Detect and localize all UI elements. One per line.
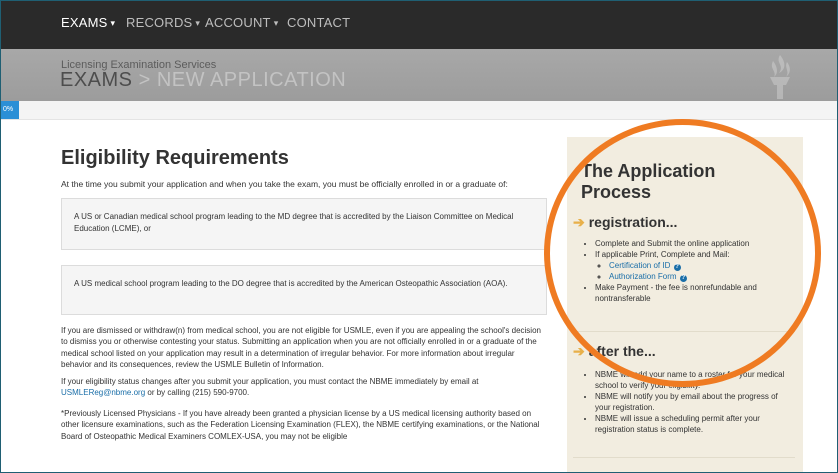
nav-exams[interactable]: EXAMS ▾ xyxy=(61,15,115,30)
after-list: NBME will add your name to a roster for … xyxy=(577,369,795,435)
progress-bar: 0% xyxy=(1,101,837,120)
list-item: Certification of ID ? xyxy=(609,260,795,271)
nav-exams-label: EXAMS xyxy=(61,15,108,30)
list-item-text: Complete and Submit the online applicati… xyxy=(595,239,750,248)
registration-list: Complete and Submit the online applicati… xyxy=(577,238,795,304)
progress-label: 0% xyxy=(3,106,14,113)
chevron-down-icon: ▾ xyxy=(195,18,201,28)
list-item-text: NBME will issue a scheduling permit afte… xyxy=(595,414,760,434)
nav-records-label: RECORDS xyxy=(126,15,193,30)
list-item-text: If applicable Print, Complete and Mail: xyxy=(595,250,730,259)
list-item: NBME will issue a scheduling permit afte… xyxy=(595,413,795,435)
sidebar-divider xyxy=(573,457,795,458)
page-title: Eligibility Requirements xyxy=(61,147,289,169)
requirement-do-text: A US medical school program leading to t… xyxy=(74,279,508,288)
breadcrumb: EXAMS > NEW APPLICATION xyxy=(60,69,346,92)
status-change-text-after: or by calling (215) 590-9700. xyxy=(145,388,250,398)
nav-contact-label: CONTACT xyxy=(287,15,351,30)
after-heading-label: after the... xyxy=(588,343,656,359)
status-change-paragraph: If your eligibility status changes after… xyxy=(61,376,547,399)
registration-heading: ➔ registration... xyxy=(573,214,677,231)
list-item-text: NBME will add your name to a roster for … xyxy=(595,370,785,390)
page-header: Licensing Examination Services EXAMS > N… xyxy=(1,49,837,101)
intro-text: At the time you submit your application … xyxy=(61,179,508,189)
chevron-down-icon: ▾ xyxy=(110,18,116,28)
status-change-text-before: If your eligibility status changes after… xyxy=(61,377,479,386)
nav-contact[interactable]: CONTACT xyxy=(287,15,350,30)
nav-account[interactable]: ACCOUNT ▾ xyxy=(205,15,278,30)
breadcrumb-current: NEW APPLICATION xyxy=(156,69,347,91)
sidebar-divider xyxy=(573,331,795,332)
help-icon[interactable]: ? xyxy=(679,275,687,282)
certification-of-id-link[interactable]: Certification of ID xyxy=(609,261,670,270)
top-nav: EXAMS ▾ RECORDS ▾ ACCOUNT ▾ CONTACT xyxy=(1,1,837,49)
breadcrumb-separator: > xyxy=(132,69,157,91)
authorization-form-link[interactable]: Authorization Form xyxy=(609,272,677,281)
page-frame: EXAMS ▾ RECORDS ▾ ACCOUNT ▾ CONTACT Licensi… xyxy=(0,0,838,473)
licensed-physicians-paragraph: *Previously Licensed Physicians - If you… xyxy=(61,409,540,441)
requirement-box-do: A US medical school program leading to t… xyxy=(61,265,547,315)
progress-fill: 0% xyxy=(1,101,19,119)
arrow-right-icon: ➔ xyxy=(573,214,585,230)
list-item: If applicable Print, Complete and Mail: … xyxy=(595,249,795,282)
mail-forms-list: Certification of ID ? Authorization Form… xyxy=(595,260,795,282)
requirement-box-md: A US or Canadian medical school program … xyxy=(61,198,547,250)
requirement-md-text: A US or Canadian medical school program … xyxy=(74,212,514,233)
list-item: Make Payment - the fee is nonrefundable … xyxy=(595,282,795,304)
dismissal-paragraph: If you are dismissed or withdraw(n) from… xyxy=(61,326,541,370)
nav-account-label: ACCOUNT xyxy=(205,15,271,30)
sidebar-title: The Application Process xyxy=(581,161,716,202)
list-item: NBME will notify you by email about the … xyxy=(595,391,795,413)
help-icon[interactable]: ? xyxy=(673,264,681,271)
arrow-right-icon: ➔ xyxy=(573,343,585,359)
torch-logo-icon xyxy=(770,55,790,99)
list-item: Authorization Form ? xyxy=(609,271,795,282)
list-item-text: NBME will notify you by email about the … xyxy=(595,392,778,412)
chevron-down-icon: ▾ xyxy=(273,18,279,28)
breadcrumb-exams[interactable]: EXAMS xyxy=(60,69,133,91)
after-heading: ➔ after the... xyxy=(573,343,656,360)
nav-records[interactable]: RECORDS ▾ xyxy=(126,15,200,30)
list-item: Complete and Submit the online applicati… xyxy=(595,238,795,249)
list-item: NBME will add your name to a roster for … xyxy=(595,369,795,391)
registration-heading-label: registration... xyxy=(588,214,678,230)
list-item-text: Make Payment - the fee is nonrefundable … xyxy=(595,283,757,303)
email-link[interactable]: USMLEReg@nbme.org xyxy=(61,388,145,397)
